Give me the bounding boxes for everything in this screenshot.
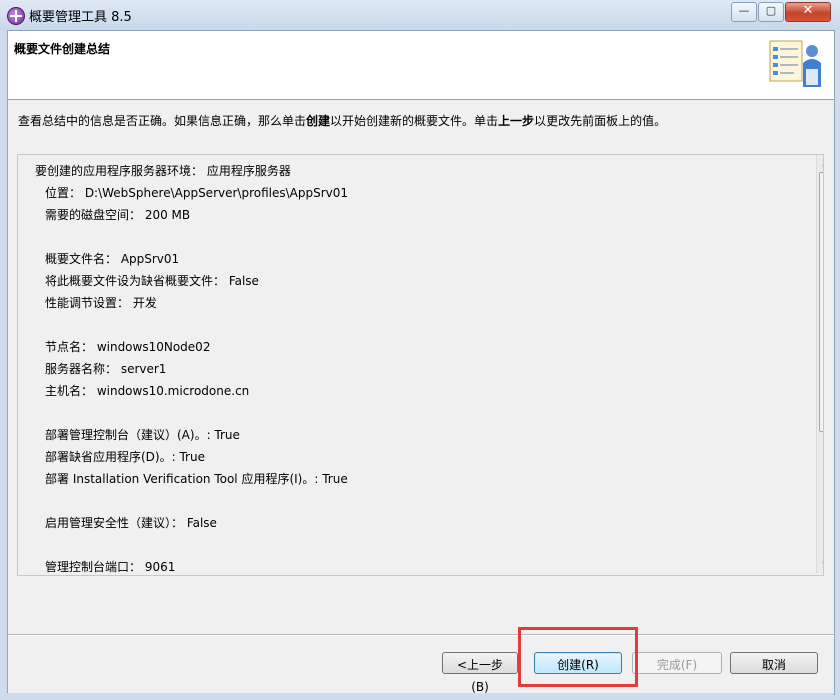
button-divider	[8, 634, 834, 635]
summary-line: 部署 Installation Verification Tool 应用程序(I…	[45, 472, 348, 486]
title-bar: 概要管理工具 8.5 — ▢ ✕	[0, 0, 840, 30]
instructions-text: 查看总结中的信息是否正确。如果信息正确，那么单击创建以开始创建新的概要文件。单击…	[18, 114, 667, 128]
summary-panel[interactable]: 要创建的应用程序服务器环境： 应用程序服务器 位置： D:\WebSphere\…	[17, 154, 824, 576]
summary-line: 概要文件名： AppSrv01	[45, 252, 180, 266]
summary-line: 启用管理安全性（建议）： False	[45, 516, 217, 530]
finish-button[interactable]: 完成(F)	[632, 652, 722, 674]
checklist-person-icon	[769, 40, 821, 87]
summary-line: 性能调节设置： 开发	[45, 296, 157, 310]
maximize-button[interactable]: ▢	[758, 2, 784, 22]
grip-icon: ≡	[822, 297, 823, 306]
app-icon	[7, 7, 25, 25]
summary-line: 需要的磁盘空间： 200 MB	[45, 208, 191, 222]
wizard-window: 概要文件创建总结 查看总结中的信息是否正确。如果信息正确，那么单击创建以开始创建…	[7, 30, 835, 695]
back-button[interactable]: <上一步(B)	[442, 652, 518, 694]
summary-line: 将此概要文件设为缺省概要文件： False	[45, 274, 259, 288]
summary-line: 节点名： windows10Node02	[45, 340, 211, 354]
summary-line: 位置： D:\WebSphere\AppServer\profiles\AppS…	[45, 186, 349, 200]
minimize-button[interactable]: —	[731, 2, 757, 22]
scroll-down-icon[interactable]: ▼	[817, 557, 823, 573]
cancel-button[interactable]: 取消	[730, 652, 818, 674]
summary-line: 部署缺省应用程序(D)。: True	[45, 450, 205, 464]
maximize-icon: ▢	[765, 4, 777, 17]
summary-line: 服务器名称： server1	[45, 362, 167, 376]
close-button[interactable]: ✕	[785, 2, 831, 22]
window-title: 概要管理工具 8.5	[29, 10, 132, 25]
summary-line: 主机名： windows10.microdone.cn	[45, 384, 250, 398]
minimize-icon: —	[738, 4, 750, 17]
summary-line: 部署管理控制台（建议）(A)。: True	[45, 428, 240, 442]
summary-line: 管理控制台端口： 9061	[45, 560, 176, 574]
summary-line: 要创建的应用程序服务器环境： 应用程序服务器	[35, 164, 291, 178]
wizard-header: 概要文件创建总结	[8, 31, 834, 100]
scroll-up-icon[interactable]: ▲	[817, 155, 823, 171]
highlight-annotation	[518, 627, 638, 687]
scroll-thumb[interactable]: ≡	[819, 172, 823, 432]
close-icon: ✕	[802, 3, 814, 18]
page-title: 概要文件创建总结	[14, 42, 111, 56]
window-bottom-edge	[7, 693, 833, 700]
vertical-scrollbar[interactable]: ▲ ≡ ▼	[816, 155, 823, 573]
